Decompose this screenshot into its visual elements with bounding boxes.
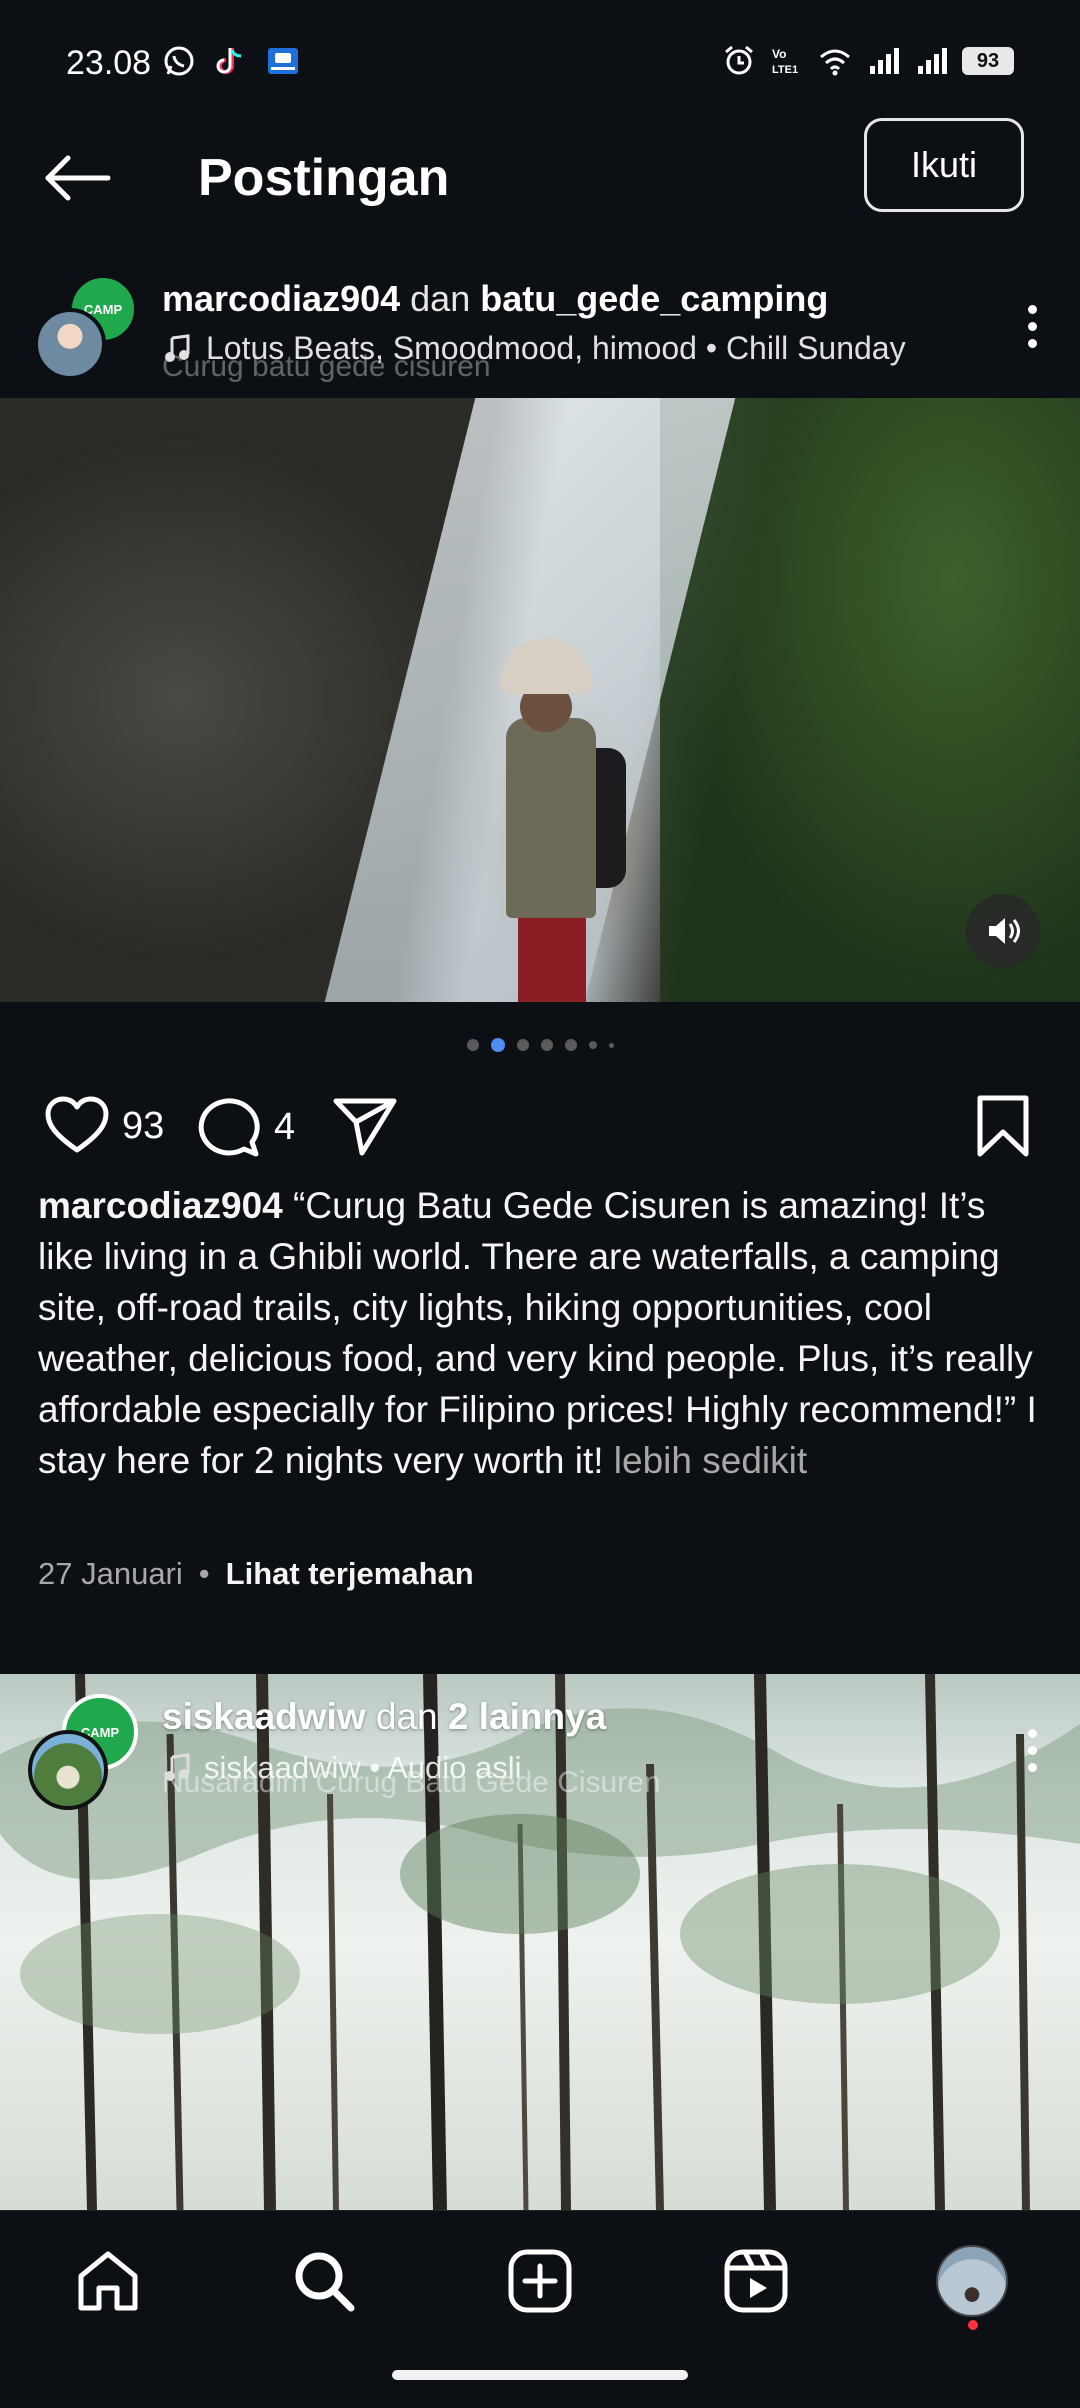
- follow-button[interactable]: Ikuti: [864, 118, 1024, 212]
- more-dot-icon: [1027, 1728, 1037, 1738]
- person-hat: [500, 638, 592, 694]
- author-username[interactable]: siskaadwiw: [162, 1696, 366, 1737]
- page-title: Postingan: [198, 149, 450, 207]
- next-post-audio[interactable]: siskaadwiw • Audio asli: [162, 1750, 522, 1786]
- post-audio[interactable]: Lotus Beats, Smoodmood, himood • Chill S…: [162, 330, 906, 367]
- author-conjunction: dan: [375, 1696, 438, 1737]
- more-dot-icon: [1027, 1745, 1037, 1755]
- home-indicator[interactable]: [392, 2370, 688, 2380]
- post-actions: 93 4: [0, 1090, 1080, 1160]
- user-avatar[interactable]: [34, 308, 106, 380]
- next-post-media[interactable]: CAMP siskaadwiw dan 2 lainnya Nusaradim …: [0, 1674, 1080, 2210]
- post-authors[interactable]: marcodiaz904 dan batu_gede_camping: [162, 278, 828, 320]
- alarm-icon: [725, 45, 753, 75]
- back-button[interactable]: [38, 148, 118, 208]
- more-dot-icon: [1027, 1762, 1037, 1772]
- app-icon: [268, 48, 298, 74]
- post-header: CAMP marcodiaz904 dan batu_gede_camping …: [0, 268, 1080, 388]
- profile-avatar[interactable]: [936, 2245, 1008, 2317]
- caption-username[interactable]: marcodiaz904: [38, 1185, 283, 1226]
- svg-text:LTE1: LTE1: [772, 64, 798, 76]
- signal-icon: [918, 48, 947, 74]
- notification-dot: [968, 2320, 978, 2330]
- more-options-button[interactable]: [1012, 296, 1052, 356]
- audio-label: siskaadwiw • Audio asli: [204, 1750, 522, 1785]
- like-action[interactable]: 93: [44, 1096, 164, 1156]
- carousel-dot: [466, 1039, 479, 1051]
- carousel-dot: [608, 1042, 614, 1048]
- post-caption: marcodiaz904 “Curug Batu Gede Cisuren is…: [38, 1180, 1048, 1486]
- wifi-icon: [820, 49, 850, 76]
- meta-separator: •: [198, 1556, 210, 1591]
- media-person: [492, 638, 626, 1002]
- nav-profile[interactable]: [932, 2241, 1012, 2321]
- nav-reels[interactable]: [716, 2241, 796, 2321]
- caption-text: “Curug Batu Gede Cisuren is amazing! It’…: [38, 1185, 1037, 1481]
- next-post-authors[interactable]: siskaadwiw dan 2 lainnya: [162, 1696, 606, 1738]
- show-less-link[interactable]: lebih sedikit: [614, 1440, 807, 1481]
- carousel-dot: [564, 1039, 577, 1051]
- carousel-indicator: [0, 1038, 1080, 1052]
- tiktok-icon: [216, 48, 242, 74]
- author-username[interactable]: marcodiaz904: [162, 278, 400, 319]
- audio-label: Lotus Beats, Smoodmood, himood • Chill S…: [206, 330, 906, 366]
- person-body: [506, 718, 596, 918]
- home-icon: [78, 2251, 138, 2311]
- more-dot-icon: [1027, 338, 1037, 348]
- status-time: 23.08: [66, 44, 152, 82]
- next-post-avatars[interactable]: CAMP: [28, 1694, 148, 1810]
- person-legs: [518, 918, 586, 1002]
- speaker-icon: [989, 918, 1020, 944]
- music-note-icon: [165, 1753, 190, 1781]
- comment-icon: [198, 1098, 260, 1157]
- comment-count: 4: [274, 1105, 296, 1148]
- share-action[interactable]: [332, 1096, 398, 1156]
- arrow-left-icon: [45, 155, 111, 201]
- svg-text:Vo: Vo: [772, 47, 786, 61]
- status-bar: 23.08 Vo LTE1 93: [0, 0, 1080, 120]
- reels-icon: [724, 2249, 788, 2313]
- search-icon: [295, 2252, 355, 2312]
- whatsapp-icon: [164, 46, 194, 76]
- bookmark-icon: [977, 1095, 1029, 1157]
- carousel-dot: [516, 1039, 529, 1051]
- battery-indicator: 93: [962, 47, 1014, 75]
- nav-create[interactable]: [500, 2241, 580, 2321]
- more-dot-icon: [1027, 321, 1037, 331]
- nav-home[interactable]: [68, 2241, 148, 2321]
- heart-icon: [45, 1096, 109, 1153]
- see-translation-link[interactable]: Lihat terjemahan: [226, 1556, 474, 1592]
- sound-toggle-button[interactable]: [966, 894, 1040, 968]
- next-post-header: CAMP siskaadwiw dan 2 lainnya Nusaradim …: [0, 1674, 1080, 1810]
- top-bar: Postingan Ikuti: [0, 118, 1080, 238]
- post-meta: 27 Januari • Lihat terjemahan: [38, 1556, 474, 1592]
- more-options-button[interactable]: [1012, 1720, 1052, 1780]
- carousel-dot-active: [490, 1038, 505, 1052]
- nav-search[interactable]: [284, 2241, 364, 2321]
- author-conjunction: dan: [410, 278, 471, 319]
- status-left-icons: [162, 44, 300, 78]
- collab-avatars[interactable]: CAMP: [34, 274, 138, 380]
- music-note-icon: [165, 333, 190, 362]
- carousel-dot: [540, 1039, 553, 1051]
- send-icon: [333, 1098, 397, 1156]
- create-icon: [508, 2249, 572, 2313]
- post-date: 27 Januari: [38, 1556, 183, 1591]
- save-action[interactable]: [976, 1094, 1030, 1158]
- collab-username[interactable]: batu_gede_camping: [480, 278, 828, 319]
- volte-icon: Vo LTE1: [772, 47, 798, 76]
- more-dot-icon: [1027, 304, 1037, 314]
- user-avatar[interactable]: [28, 1730, 108, 1810]
- comment-action[interactable]: 4: [198, 1096, 295, 1158]
- carousel-dot: [588, 1041, 597, 1049]
- post-media[interactable]: [0, 398, 1080, 1002]
- status-right-icons: Vo LTE1 93: [722, 44, 1014, 78]
- like-count: 93: [122, 1104, 165, 1147]
- others-link[interactable]: 2 lainnya: [448, 1696, 606, 1737]
- signal-icon: [870, 48, 899, 74]
